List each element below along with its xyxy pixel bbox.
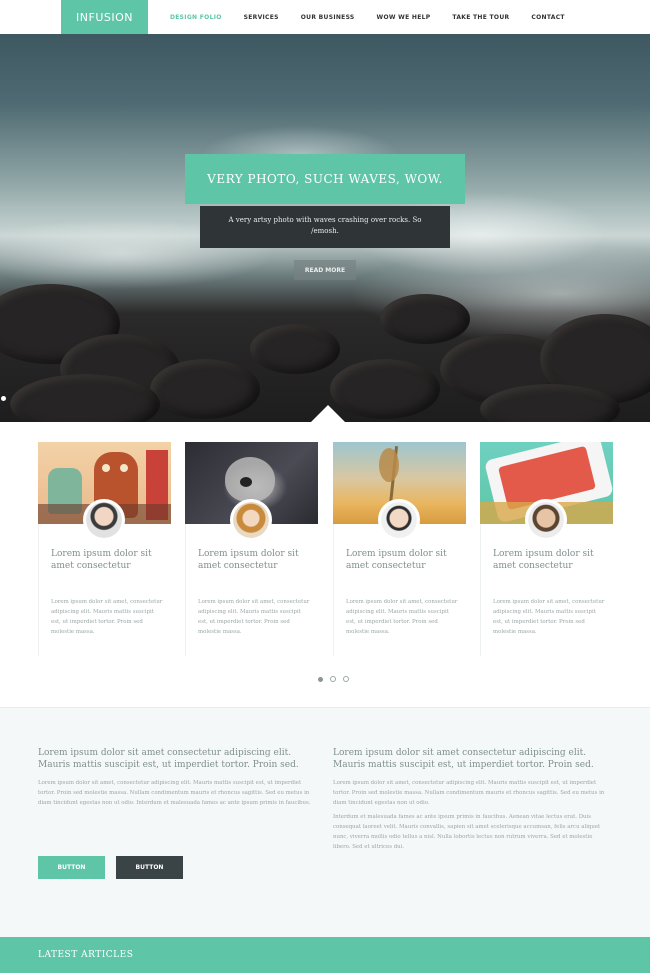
slider-dot[interactable] — [330, 676, 336, 682]
slider-dot[interactable] — [343, 676, 349, 682]
primary-button[interactable]: BUTTON — [38, 856, 105, 879]
card-title: Lorem ipsum dolor sit amet consectetur — [51, 549, 152, 571]
man-avatar-icon — [83, 499, 125, 541]
card-title: Lorem ipsum dolor sit amet consectetur — [493, 549, 594, 571]
glasses-man-avatar-icon — [378, 499, 420, 541]
nav-item-services[interactable]: SERVICES — [244, 14, 279, 21]
nav-item-contact[interactable]: CONTACT — [531, 14, 564, 21]
latest-articles-label[interactable]: LATEST ARTICLES — [38, 950, 133, 960]
nav-menu: DESIGN FOLIO SERVICES OUR BUSINESS WOW W… — [170, 0, 587, 34]
nav-item-wow-we-help[interactable]: WOW WE HELP — [377, 14, 431, 21]
hero-title: VERY PHOTO, SUCH WAVES, WOW. — [185, 154, 465, 204]
card-text: Lorem ipsum dolor sit amet, consectetur … — [198, 599, 310, 635]
card-text: Lorem ipsum dolor sit amet, consectetur … — [51, 599, 163, 635]
slider-dot[interactable] — [318, 676, 323, 682]
hero-slide-indicator[interactable] — [1, 396, 6, 401]
info-column-left: Lorem ipsum dolor sit amet consectetur a… — [38, 748, 313, 808]
card-title: Lorem ipsum dolor sit amet consectetur — [346, 549, 447, 571]
info-text: Lorem ipsum dolor sit amet, consectetur … — [333, 780, 605, 806]
rocks-background — [0, 264, 650, 422]
top-navigation: INFUSION DESIGN FOLIO SERVICES OUR BUSIN… — [0, 0, 650, 34]
card-text: Lorem ipsum dolor sit amet, consectetur … — [346, 599, 458, 635]
feature-card[interactable]: Lorem ipsum dolor sit amet consectetur L… — [333, 442, 466, 657]
card-text: Lorem ipsum dolor sit amet, consectetur … — [493, 599, 605, 635]
info-title: Lorem ipsum dolor sit amet consectetur a… — [38, 748, 299, 770]
read-more-button[interactable]: READ MORE — [294, 260, 356, 280]
info-text-secondary: Interdum et malesuada fames ac ante ipsu… — [333, 814, 601, 850]
woman-avatar-icon — [230, 499, 272, 541]
hero-subtitle: A very artsy photo with waves crashing o… — [200, 206, 450, 248]
info-section: Lorem ipsum dolor sit amet consectetur a… — [0, 707, 650, 937]
feature-card[interactable]: Lorem ipsum dolor sit amet consectetur L… — [480, 442, 613, 657]
latest-articles-bar: LATEST ARTICLES — [0, 937, 650, 973]
nav-item-take-the-tour[interactable]: TAKE THE TOUR — [452, 14, 509, 21]
feature-card[interactable]: Lorem ipsum dolor sit amet consectetur L… — [185, 442, 318, 657]
info-text: Lorem ipsum dolor sit amet, consectetur … — [38, 780, 311, 806]
info-title: Lorem ipsum dolor sit amet consectetur a… — [333, 748, 594, 770]
hero-notch — [311, 405, 345, 422]
secondary-button[interactable]: BUTTON — [116, 856, 183, 879]
card-title: Lorem ipsum dolor sit amet consectetur — [198, 549, 299, 571]
feature-cards: Lorem ipsum dolor sit amet consectetur L… — [38, 442, 614, 657]
hero-banner: VERY PHOTO, SUCH WAVES, WOW. A very arts… — [0, 34, 650, 422]
logo[interactable]: INFUSION — [61, 0, 148, 34]
feature-card[interactable]: Lorem ipsum dolor sit amet consectetur L… — [38, 442, 171, 657]
nav-item-design-folio[interactable]: DESIGN FOLIO — [170, 14, 222, 21]
nav-item-our-business[interactable]: OUR BUSINESS — [301, 14, 355, 21]
slider-dots — [318, 676, 356, 682]
smiling-man-avatar-icon — [525, 499, 567, 541]
info-column-right: Lorem ipsum dolor sit amet consectetur a… — [333, 748, 608, 852]
